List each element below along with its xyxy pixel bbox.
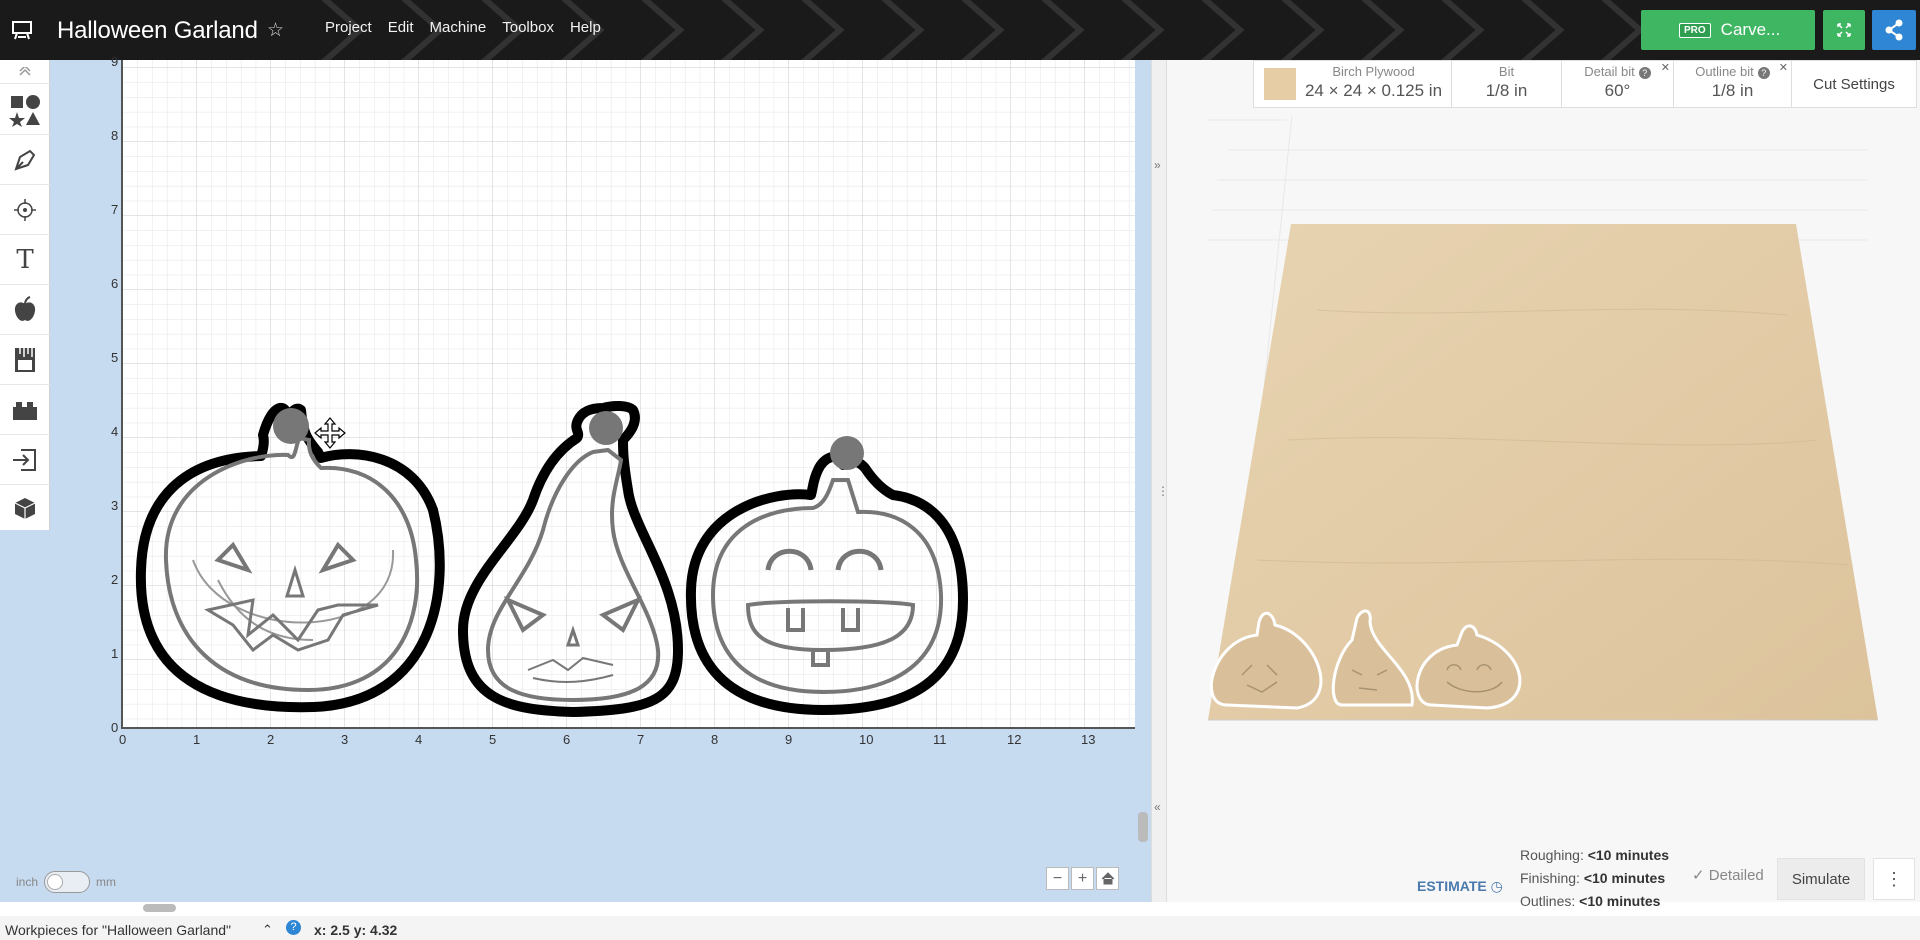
cube-icon[interactable] bbox=[0, 486, 50, 530]
toolbox-sidebar: T bbox=[0, 60, 50, 530]
status-bar: Workpieces for "Halloween Garland" ⌃ ? x… bbox=[0, 916, 1920, 940]
zoom-out-button[interactable]: − bbox=[1046, 867, 1069, 890]
y-axis-tick: 2 bbox=[111, 572, 118, 587]
cut-settings-button[interactable]: Cut Settings bbox=[1792, 61, 1916, 107]
expand-left-icon[interactable]: « bbox=[1154, 800, 1161, 814]
material-swatch bbox=[1264, 68, 1296, 100]
unit-inch-label: inch bbox=[16, 875, 39, 889]
x-axis-tick: 3 bbox=[341, 732, 348, 747]
bit-value: 1/8 in bbox=[1485, 81, 1528, 100]
x-axis-tick: 2 bbox=[267, 732, 274, 747]
y-axis-tick: 8 bbox=[111, 128, 118, 143]
outline-bit-label: Outline bit bbox=[1695, 64, 1754, 79]
3d-preview[interactable] bbox=[1167, 60, 1920, 902]
x-axis-tick: 13 bbox=[1081, 732, 1095, 747]
expand-right-icon[interactable]: » bbox=[1154, 158, 1161, 172]
x-axis-tick: 8 bbox=[711, 732, 718, 747]
pen-icon[interactable] bbox=[0, 136, 50, 185]
shapes-icon[interactable] bbox=[0, 85, 50, 135]
detail-bit-value: 60° bbox=[1604, 81, 1631, 100]
home-icon[interactable] bbox=[1096, 867, 1119, 890]
finishing-label: Finishing: bbox=[1520, 870, 1580, 886]
preview-panel bbox=[1167, 60, 1920, 902]
y-axis-tick: 9 bbox=[111, 54, 118, 69]
estimate-label: ESTIMATE bbox=[1417, 878, 1487, 894]
material-selector[interactable]: Birch Plywood 24 × 24 × 0.125 in bbox=[1254, 61, 1452, 107]
bit-selector[interactable]: Bit 1/8 in bbox=[1452, 61, 1562, 107]
estimate-times: Roughing: <10 minutes Finishing: <10 min… bbox=[1520, 844, 1669, 913]
x-axis-tick: 11 bbox=[933, 732, 947, 747]
share-icon[interactable] bbox=[1872, 10, 1916, 50]
finishing-value: <10 minutes bbox=[1583, 870, 1666, 886]
outlines-value: <10 minutes bbox=[1579, 893, 1661, 909]
carve-button[interactable]: PRO Carve... bbox=[1641, 10, 1815, 50]
x-axis-tick: 5 bbox=[489, 732, 496, 747]
cursor-coordinates: x: 2.5 y: 4.32 bbox=[314, 922, 398, 938]
x-axis-tick: 9 bbox=[785, 732, 792, 747]
x-axis-tick: 6 bbox=[563, 732, 570, 747]
outline-bit-selector[interactable]: Outline bit? 1/8 in ✕ bbox=[1674, 61, 1792, 107]
outline-bit-value: 1/8 in bbox=[1711, 81, 1754, 100]
y-axis-tick: 5 bbox=[111, 350, 118, 365]
simulate-button[interactable]: Simulate bbox=[1777, 858, 1865, 900]
units-toggle[interactable]: inch mm bbox=[16, 871, 116, 893]
ruler-icon[interactable] bbox=[0, 336, 50, 385]
y-axis-tick: 1 bbox=[111, 646, 118, 661]
unit-mm-label: mm bbox=[96, 875, 117, 889]
bit-label: Bit bbox=[1498, 64, 1515, 79]
x-axis-tick: 4 bbox=[415, 732, 422, 747]
y-axis-tick: 7 bbox=[111, 202, 118, 217]
apple-icon[interactable] bbox=[0, 286, 50, 335]
remove-outline-bit-icon[interactable]: ✕ bbox=[1779, 61, 1788, 74]
target-icon[interactable] bbox=[0, 186, 50, 235]
detail-bit-selector[interactable]: Detail bit? 60° ✕ bbox=[1562, 61, 1674, 107]
zoom-controls: − + bbox=[1046, 867, 1119, 890]
import-icon[interactable] bbox=[0, 436, 50, 485]
y-axis-tick: 3 bbox=[111, 498, 118, 513]
y-axis-tick: 0 bbox=[111, 720, 118, 735]
roughing-value: <10 minutes bbox=[1587, 847, 1670, 863]
detailed-toggle[interactable]: ✓ Detailed bbox=[1692, 866, 1764, 884]
canvas-axes: 0123456789 0 1 2 3 4 5 6 7 8 9 10 11 12 13 bbox=[111, 54, 1135, 747]
horizontal-scrollbar[interactable] bbox=[143, 904, 176, 912]
text-icon[interactable]: T bbox=[0, 236, 50, 285]
collapse-toolbar-button[interactable] bbox=[0, 60, 50, 84]
clock-icon: ◷ bbox=[1490, 878, 1503, 894]
blocks-icon[interactable] bbox=[0, 386, 50, 435]
zoom-in-button[interactable]: + bbox=[1071, 867, 1094, 890]
help-icon[interactable]: ? bbox=[286, 920, 301, 935]
y-axis-tick: 6 bbox=[111, 276, 118, 291]
panel-divider[interactable]: » ⋮ « bbox=[1151, 60, 1169, 902]
units-switch[interactable] bbox=[44, 871, 91, 893]
x-axis-tick: 7 bbox=[637, 732, 644, 747]
material-settings-bar: Birch Plywood 24 × 24 × 0.125 in Bit 1/8… bbox=[1253, 60, 1917, 108]
detail-bit-label: Detail bit bbox=[1584, 64, 1635, 79]
remove-detail-bit-icon[interactable]: ✕ bbox=[1661, 61, 1670, 74]
help-icon[interactable]: ? bbox=[1757, 67, 1770, 79]
pro-badge: PRO bbox=[1679, 22, 1711, 38]
estimate-button[interactable]: ESTIMATE ◷ bbox=[1417, 878, 1503, 895]
more-options-icon[interactable]: ⋮ bbox=[1873, 858, 1915, 900]
outlines-label: Outlines: bbox=[1520, 893, 1576, 909]
y-axis-tick: 4 bbox=[111, 424, 118, 439]
chevron-up-icon[interactable]: ⌃ bbox=[262, 922, 273, 938]
x-axis-tick: 1 bbox=[193, 732, 200, 747]
x-axis-tick: 0 bbox=[119, 732, 126, 747]
x-axis-tick: 10 bbox=[859, 732, 873, 747]
vertical-scrollbar[interactable] bbox=[1138, 812, 1148, 842]
expand-icon[interactable] bbox=[1823, 10, 1865, 50]
x-axis-tick: 12 bbox=[1007, 732, 1021, 747]
roughing-label: Roughing: bbox=[1520, 847, 1584, 863]
help-icon[interactable]: ? bbox=[1638, 67, 1651, 79]
carve-label: Carve... bbox=[1720, 20, 1781, 39]
workpieces-label[interactable]: Workpieces for "Halloween Garland" bbox=[5, 922, 231, 938]
